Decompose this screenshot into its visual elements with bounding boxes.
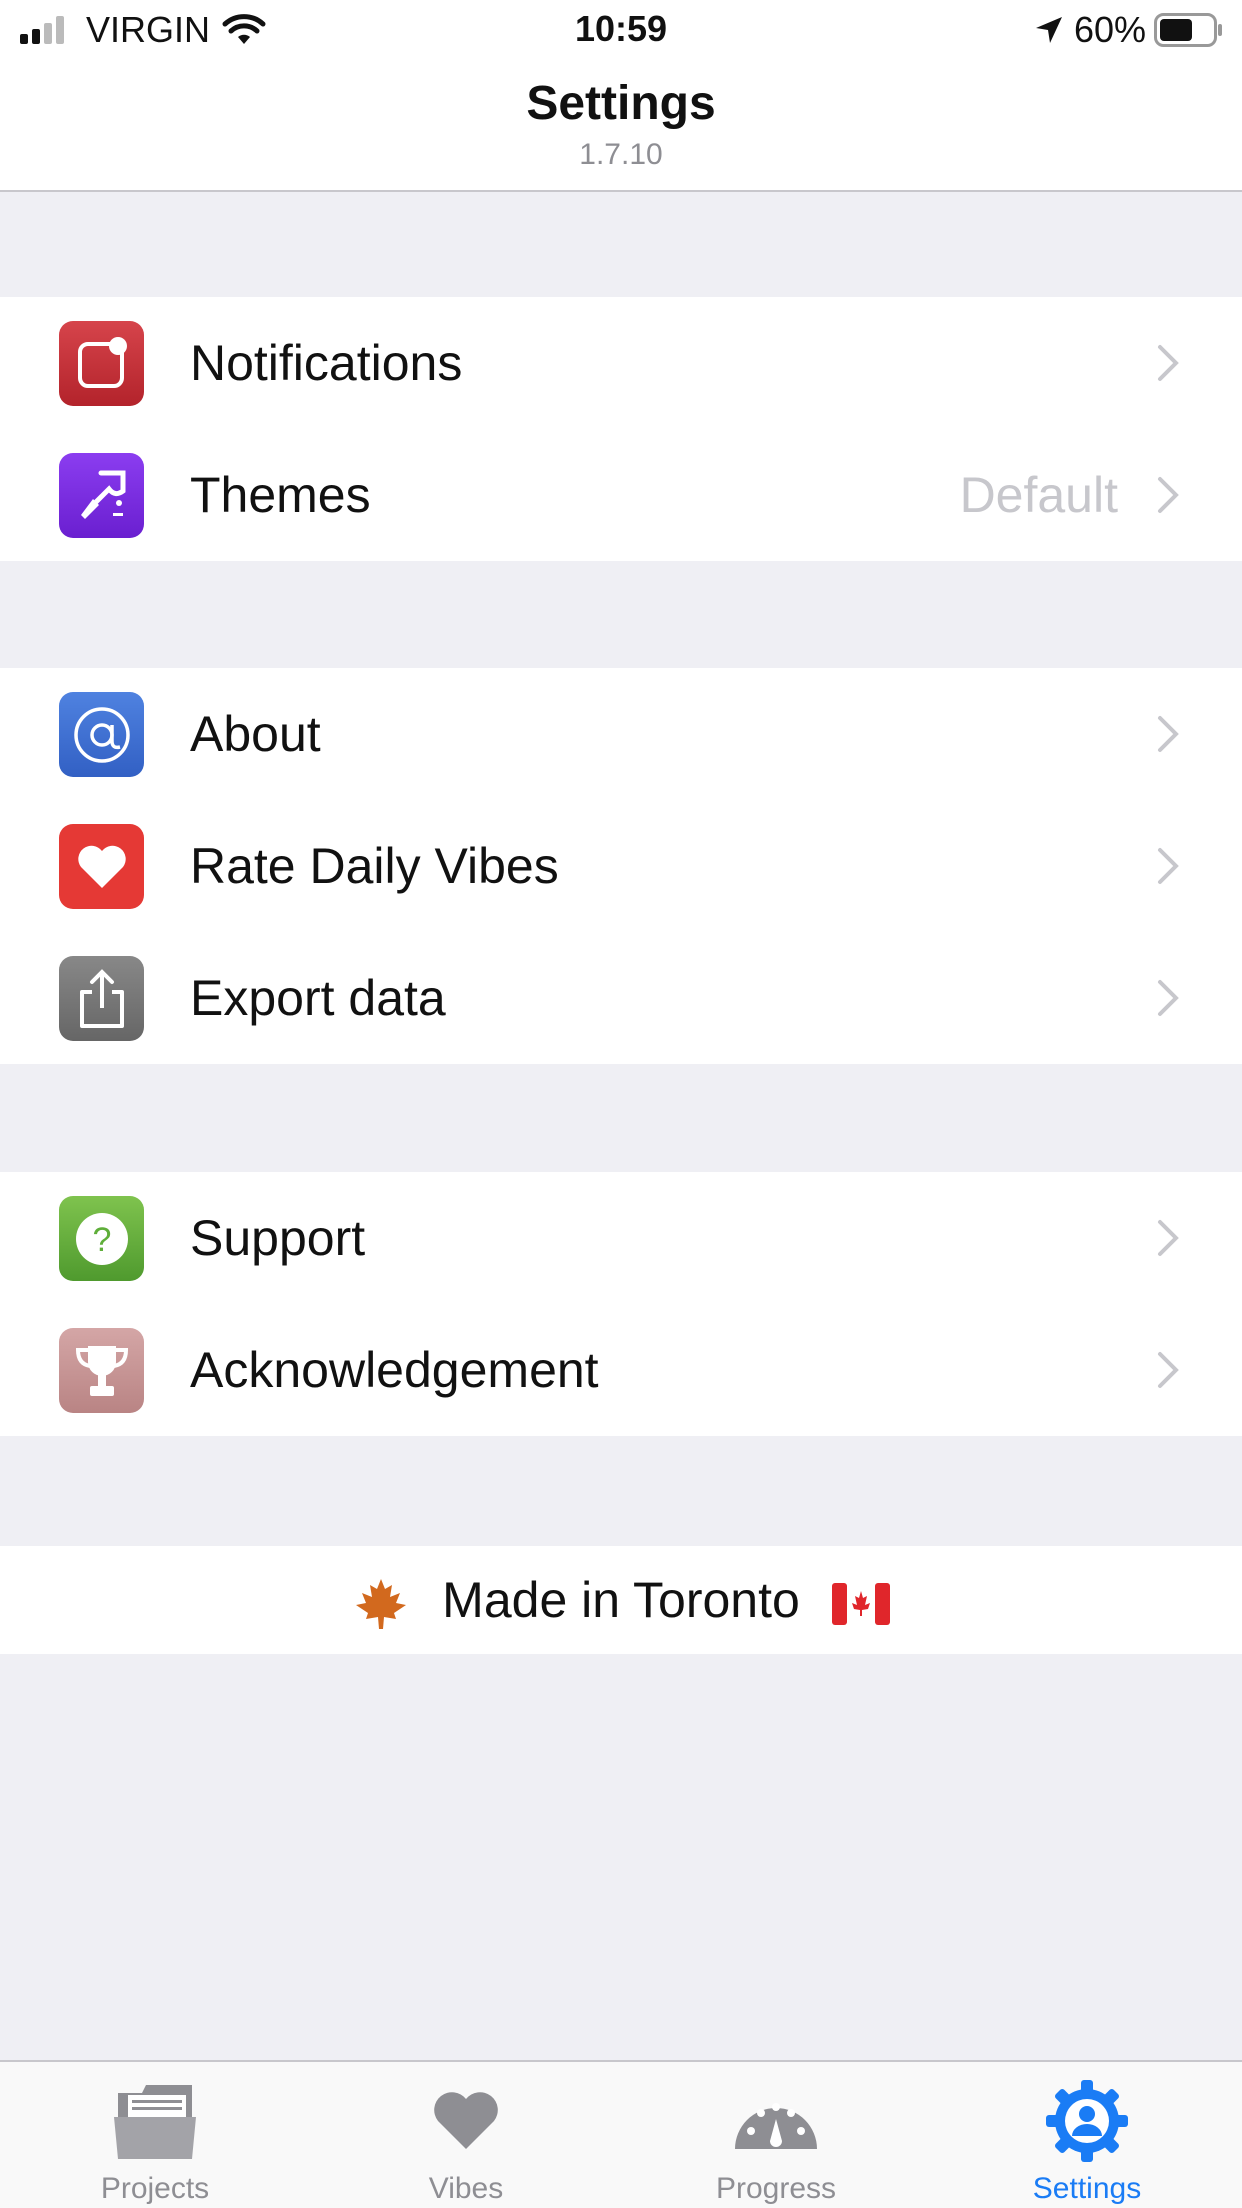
tab-label: Projects xyxy=(100,2172,210,2205)
settings-section-1: Notifications Themes Default xyxy=(0,297,1242,561)
row-label: Acknowledgement xyxy=(190,1342,599,1398)
at-sign-icon xyxy=(59,692,144,777)
made-in-toronto-row: Made in Toronto xyxy=(0,1546,1242,1654)
tab-projects[interactable]: Projects xyxy=(0,2062,310,2208)
tab-bar: Projects Vibes Progress Settings xyxy=(0,2060,1242,2208)
chevron-right-icon xyxy=(1158,980,1179,1016)
themes-row[interactable]: Themes Default xyxy=(0,429,1242,561)
trophy-icon xyxy=(59,1328,144,1413)
tab-settings[interactable]: Settings xyxy=(932,2062,1242,2208)
status-right: 60% xyxy=(1034,8,1224,52)
row-label: About xyxy=(190,706,321,762)
tab-vibes[interactable]: Vibes xyxy=(311,2062,621,2208)
chevron-right-icon xyxy=(1158,1220,1179,1256)
settings-section-3: ? Support Acknowledgement xyxy=(0,1172,1242,1436)
battery-percent: 60% xyxy=(1073,9,1146,50)
status-bar: VIRGIN 10:59 60% xyxy=(0,0,1242,62)
battery-icon xyxy=(1154,13,1222,47)
export-row[interactable]: Export data xyxy=(0,932,1242,1064)
version-label: 1.7.10 xyxy=(579,138,663,171)
settings-section-2: About Rate Daily Vibes Export data xyxy=(0,668,1242,1064)
share-icon xyxy=(59,956,144,1041)
chevron-right-icon xyxy=(1158,716,1179,752)
tab-progress[interactable]: Progress xyxy=(621,2062,931,2208)
canada-flag-icon xyxy=(831,1582,890,1625)
footer-line: Made in Toronto xyxy=(0,1546,1242,1654)
question-icon: ? xyxy=(59,1196,144,1281)
theme-value: Default xyxy=(959,467,1118,523)
row-label: Themes xyxy=(190,467,371,523)
folder-icon xyxy=(0,2076,310,2166)
row-label: Notifications xyxy=(190,335,463,391)
tab-label: Settings xyxy=(1032,2172,1142,2205)
svg-text:?: ? xyxy=(92,1221,111,1259)
heart-icon xyxy=(59,824,144,909)
page-title: Settings xyxy=(526,77,716,130)
notification-badge-icon xyxy=(59,321,144,406)
location-arrow-icon xyxy=(1035,17,1062,43)
paintbrush-icon xyxy=(59,453,144,538)
gear-person-icon xyxy=(932,2076,1242,2166)
support-row[interactable]: ? Support xyxy=(0,1172,1242,1304)
maple-leaf-icon xyxy=(356,1578,407,1629)
acknowledgement-row[interactable]: Acknowledgement xyxy=(0,1304,1242,1436)
chevron-right-icon xyxy=(1158,1352,1179,1388)
navigation-bar: Settings 1.7.10 xyxy=(0,62,1242,192)
gauge-icon xyxy=(621,2076,931,2166)
tab-label: Vibes xyxy=(428,2172,504,2205)
about-row[interactable]: About xyxy=(0,668,1242,800)
row-label: Rate Daily Vibes xyxy=(190,838,559,894)
chevron-right-icon xyxy=(1158,848,1179,884)
row-label: Export data xyxy=(190,970,446,1026)
chevron-right-icon xyxy=(1158,477,1179,513)
heart-icon xyxy=(311,2076,621,2166)
tab-label: Progress xyxy=(715,2172,837,2205)
footer-text: Made in Toronto xyxy=(442,1572,800,1628)
row-label: Support xyxy=(190,1210,366,1266)
chevron-right-icon xyxy=(1158,345,1179,381)
notifications-row[interactable]: Notifications xyxy=(0,297,1242,429)
rate-row[interactable]: Rate Daily Vibes xyxy=(0,800,1242,932)
